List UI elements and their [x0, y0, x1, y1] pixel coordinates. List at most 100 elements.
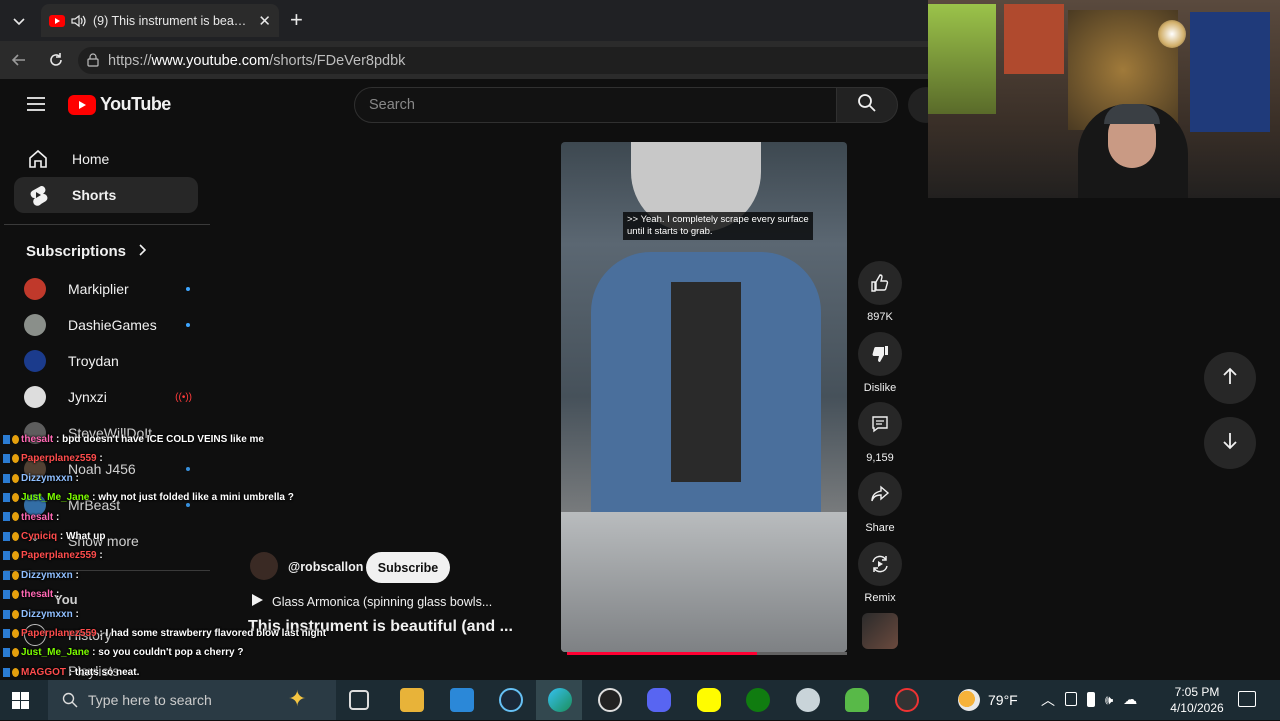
new-tab-icon[interactable]: + — [290, 9, 303, 31]
app-icon[interactable] — [796, 688, 820, 712]
like-count: 897K — [867, 311, 893, 323]
sidebar-item-dashiegames[interactable]: DashieGames — [24, 310, 194, 340]
cloud-icon: ☁ — [1123, 691, 1138, 707]
chat-separator: : — [72, 569, 79, 581]
arrow-down-icon — [1221, 431, 1239, 456]
youtube-favicon-icon — [49, 14, 65, 27]
file-explorer-icon[interactable] — [400, 688, 424, 712]
windows-start-icon[interactable] — [12, 692, 29, 709]
search-box[interactable]: Search — [354, 87, 837, 123]
search-button[interactable] — [836, 87, 898, 123]
arrow-up-icon — [1221, 366, 1239, 391]
notifications-icon[interactable] — [1238, 691, 1256, 707]
poster-alien — [928, 4, 996, 114]
chat-line: Cyniciq : What up — [3, 527, 403, 546]
light-glow — [1158, 20, 1186, 48]
share-label: Share — [865, 522, 895, 534]
obs-icon[interactable] — [598, 688, 622, 712]
clock[interactable]: 7:05 PM 4/10/2026 — [1164, 684, 1230, 716]
chat-badge-icon — [12, 628, 19, 638]
discord-icon[interactable] — [647, 688, 671, 712]
browser-tab[interactable]: (9) This instrument is beautiful ✕ — [41, 4, 279, 37]
recording-app-icon[interactable] — [895, 688, 919, 712]
sidebar-item-home[interactable]: Home — [14, 141, 198, 177]
speaker-icon[interactable] — [71, 14, 87, 28]
sidebar-item-troydan[interactable]: Troydan — [24, 346, 194, 376]
avatar — [24, 386, 46, 408]
tab-title: (9) This instrument is beautiful — [93, 13, 253, 28]
steam-icon[interactable] — [499, 688, 523, 712]
subscriptions-heading[interactable]: Subscriptions — [26, 243, 147, 260]
tab-list-chevron-icon[interactable] — [10, 12, 28, 30]
tray-icons[interactable]: 🕪 ☁ — [1065, 692, 1137, 707]
tray-chevron-up-icon[interactable]: ︿ — [1041, 690, 1055, 710]
avatar — [24, 350, 46, 372]
chat-separator: : — [53, 589, 60, 601]
chat-separator: : — [66, 666, 75, 678]
thumbs-down-icon — [858, 332, 902, 376]
chat-message: I had some strawberry flavored blow last… — [105, 628, 327, 640]
share-button[interactable]: Share — [858, 472, 902, 534]
chat-username: Paperplanez559 — [21, 453, 97, 465]
chat-line: Paperplanez559 : I had some strawberry f… — [3, 624, 403, 643]
tab-close-icon[interactable]: ✕ — [258, 12, 271, 30]
previous-short-button[interactable] — [1204, 352, 1256, 404]
taskbar-search-box[interactable]: Type here to search ✦ — [48, 680, 336, 720]
search-icon — [857, 93, 877, 118]
taskbar-search-placeholder: Type here to search — [88, 692, 212, 708]
like-button[interactable]: 897K — [858, 261, 902, 323]
chat-line: Dizzymxxn : — [3, 566, 403, 585]
dislike-button[interactable]: Dislike — [858, 332, 902, 394]
youtube-logo[interactable]: YouTube — [68, 94, 171, 115]
task-view-icon[interactable] — [349, 690, 369, 710]
url-field[interactable]: https://www.youtube.com/shorts/FDeVer8pd… — [78, 47, 928, 74]
microsoft-store-icon[interactable] — [450, 688, 474, 712]
avatar — [24, 278, 46, 300]
weather-widget[interactable]: 79°F — [958, 689, 1018, 711]
audio-channel-thumbnail[interactable] — [862, 613, 898, 649]
video-person-tshirt — [671, 282, 741, 482]
sparkle-icon: ✦ — [288, 686, 307, 711]
dislike-label: Dislike — [863, 382, 897, 394]
caption-line-2: until it starts to grab. — [627, 226, 713, 237]
reload-icon[interactable] — [47, 51, 65, 74]
edge-icon[interactable] — [548, 688, 572, 712]
chat-username: Dizzymxxn — [21, 472, 73, 484]
chat-username: thesalt — [21, 511, 54, 523]
chat-message: What up — [66, 531, 106, 543]
remix-button[interactable]: Remix — [858, 542, 902, 604]
chat-badge-icon — [12, 648, 19, 658]
chat-line: thesalt : — [3, 585, 403, 604]
sidebar-item-label: Shorts — [72, 187, 117, 203]
next-short-button[interactable] — [1204, 417, 1256, 469]
shorts-video-player[interactable]: >> Yeah. I completely scrape every surfa… — [561, 142, 847, 652]
sidebar-item-shorts[interactable]: Shorts — [14, 177, 198, 213]
chat-badge-icon — [3, 473, 10, 483]
headphones — [1104, 104, 1160, 124]
comments-button[interactable]: 9,159 — [858, 402, 902, 464]
xbox-icon[interactable] — [746, 688, 770, 712]
chat-username: MAGGOT — [21, 666, 66, 678]
chat-line: Dizzymxxn : — [3, 469, 403, 488]
youtube-logo-icon — [68, 94, 96, 115]
url-prefix: https:// — [108, 52, 152, 69]
back-arrow-icon[interactable] — [10, 51, 28, 74]
site-info-icon[interactable] — [86, 53, 100, 71]
hamburger-menu-icon[interactable] — [26, 96, 46, 117]
chat-badge-icon — [12, 493, 19, 503]
chat-message: bpd doesn't have ICE COLD VEINS like me — [62, 434, 264, 445]
shorts-icon — [26, 184, 50, 206]
sidebar-item-markiplier[interactable]: Markiplier — [24, 274, 194, 304]
chat-separator: : — [53, 511, 60, 523]
game-icon[interactable] — [845, 688, 869, 712]
video-progress-track[interactable] — [567, 652, 847, 655]
sidebar-item-jynxzi[interactable]: Jynxzi ((•)) — [24, 382, 194, 412]
home-icon — [26, 148, 50, 170]
chat-separator: : — [72, 608, 79, 620]
chat-badge-icon — [3, 434, 10, 444]
chat-separator: : — [53, 434, 63, 445]
chat-line: Paperplanez559 : — [3, 546, 403, 565]
chat-badge-icon — [12, 434, 19, 444]
snapchat-icon[interactable] — [697, 688, 721, 712]
tablet-icon — [1065, 692, 1077, 706]
